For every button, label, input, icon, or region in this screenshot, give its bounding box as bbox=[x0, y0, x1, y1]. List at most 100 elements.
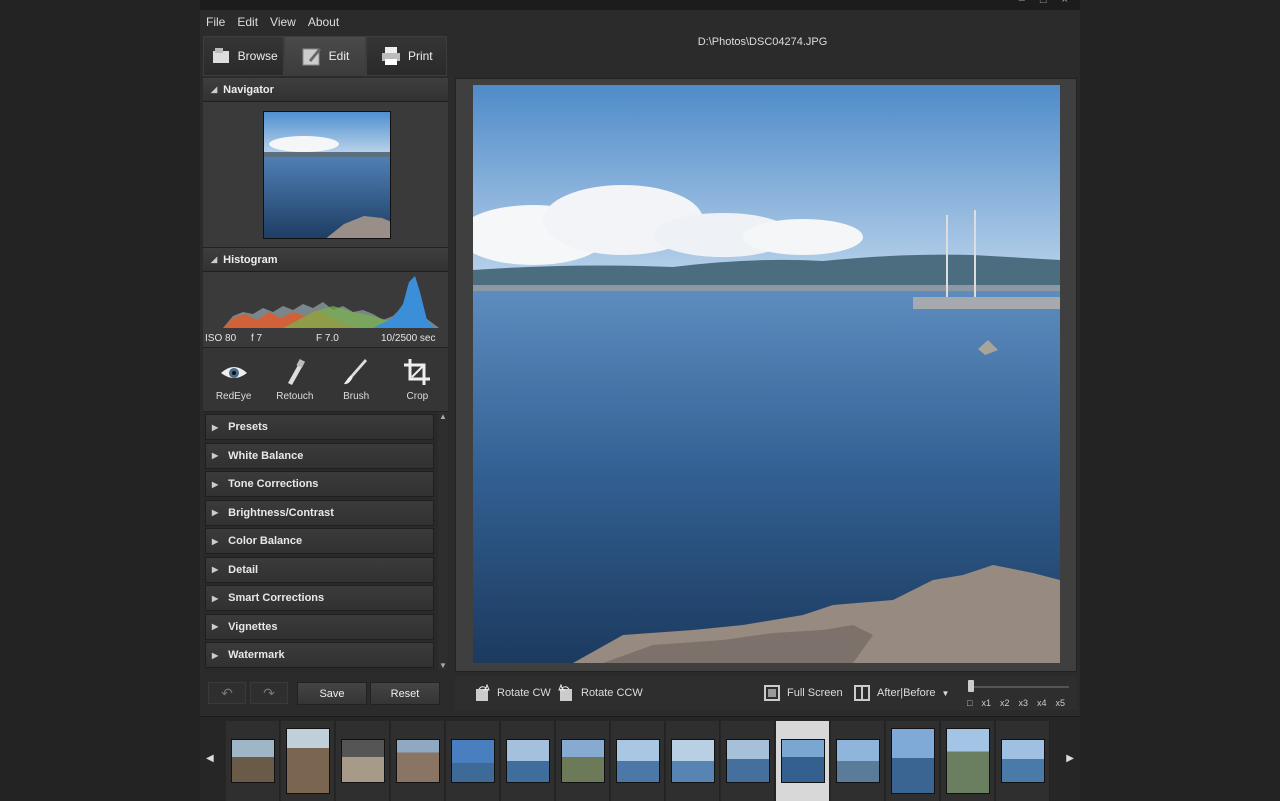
navigator-title: Navigator bbox=[223, 83, 274, 96]
menu-about[interactable]: About bbox=[302, 12, 345, 32]
image-viewer[interactable] bbox=[455, 78, 1077, 672]
rotate-ccw-button[interactable]: Rotate CCW bbox=[557, 684, 643, 702]
undo-button[interactable]: ↶ bbox=[208, 682, 246, 704]
filmstrip-thumb[interactable] bbox=[611, 721, 665, 801]
menu-file[interactable]: File bbox=[200, 12, 231, 32]
filmstrip-thumb[interactable] bbox=[501, 721, 555, 801]
tab-edit[interactable]: Edit bbox=[284, 36, 366, 76]
tab-browse[interactable]: Browse bbox=[203, 36, 285, 76]
title-bar: – □ × bbox=[200, 0, 1080, 10]
zoom-level[interactable]: x3 bbox=[1018, 698, 1028, 708]
fit-icon[interactable]: □ bbox=[967, 698, 972, 708]
adj-color-balance[interactable]: ▶ Color Balance bbox=[205, 528, 434, 554]
filmstrip-thumb[interactable] bbox=[666, 721, 720, 801]
adj-watermark[interactable]: ▶ Watermark bbox=[205, 642, 434, 668]
after-before-button[interactable]: After|Before ▼ bbox=[853, 684, 949, 702]
menu-view[interactable]: View bbox=[264, 12, 302, 32]
filmstrip-thumb[interactable] bbox=[886, 721, 940, 801]
zoom-track[interactable] bbox=[971, 686, 1069, 688]
expand-icon: ▶ bbox=[212, 536, 219, 546]
filmstrip-thumb[interactable] bbox=[391, 721, 445, 801]
tool-brush-label: Brush bbox=[343, 391, 370, 402]
tab-print[interactable]: Print bbox=[365, 36, 447, 76]
undo-icon: ↶ bbox=[221, 684, 233, 701]
redo-icon: ↷ bbox=[263, 684, 275, 701]
adj-label: Presets bbox=[228, 421, 268, 433]
adj-white-balance[interactable]: ▶ White Balance bbox=[205, 442, 434, 469]
expand-icon: ▶ bbox=[212, 593, 219, 603]
filmstrip-thumb[interactable] bbox=[281, 721, 335, 801]
adj-label: Detail bbox=[228, 563, 259, 576]
main-photo[interactable] bbox=[473, 85, 1060, 663]
histogram-header[interactable]: ◢ Histogram bbox=[203, 248, 448, 272]
filmstrip-thumb-selected[interactable] bbox=[776, 721, 830, 801]
window-controls[interactable]: – □ × bbox=[1019, 0, 1074, 6]
adj-tone-corrections[interactable]: ▶ Tone Corrections bbox=[205, 471, 434, 497]
filmstrip: ◀ ▶ bbox=[200, 716, 1080, 801]
histogram-title: Histogram bbox=[223, 253, 278, 266]
save-button[interactable]: Save bbox=[297, 682, 367, 705]
exif-iso: ISO 80 bbox=[205, 333, 237, 344]
filmstrip-thumb[interactable] bbox=[941, 721, 995, 801]
adj-detail[interactable]: ▶ Detail bbox=[205, 556, 434, 583]
filmstrip-next-icon[interactable]: ▶ bbox=[1066, 753, 1074, 764]
menu-edit[interactable]: Edit bbox=[231, 12, 264, 32]
scroll-up-icon[interactable]: ▲ bbox=[439, 412, 447, 421]
tool-redeye[interactable]: RedEye bbox=[203, 348, 264, 411]
adj-label: Smart Corrections bbox=[228, 592, 325, 604]
filmstrip-thumb[interactable] bbox=[996, 721, 1050, 801]
histogram-panel: ISO 80 f 7 F 7.0 10/2500 sec bbox=[203, 272, 448, 348]
tool-crop[interactable]: Crop bbox=[387, 348, 448, 411]
tool-brush[interactable]: Brush bbox=[326, 348, 387, 411]
left-panel: ◢ Navigator ◢ Histogram ISO 80 f 7 F 7.0… bbox=[203, 78, 448, 710]
tool-retouch[interactable]: Retouch bbox=[264, 348, 325, 411]
compare-icon bbox=[854, 685, 870, 701]
zoom-level[interactable]: x5 bbox=[1056, 698, 1066, 708]
history-controls: ↶ ↷ bbox=[208, 682, 288, 704]
scroll-down-icon[interactable]: ▼ bbox=[439, 661, 447, 670]
reset-button[interactable]: Reset bbox=[370, 682, 440, 705]
filmstrip-thumb[interactable] bbox=[446, 721, 500, 801]
redo-button[interactable]: ↷ bbox=[250, 682, 288, 704]
full-screen-button[interactable]: Full Screen bbox=[763, 684, 843, 702]
exif-focal: f 7 bbox=[251, 333, 263, 344]
viewer-toolbar: Rotate CW Rotate CCW Full Screen After|B… bbox=[455, 676, 1077, 710]
adj-vignettes[interactable]: ▶ Vignettes bbox=[205, 613, 434, 640]
zoom-levels: □ x1 x2 x3 x4 x5 bbox=[967, 698, 1065, 708]
dropdown-icon: ▼ bbox=[941, 688, 950, 698]
after-before-label: After|Before bbox=[877, 687, 936, 699]
navigator-thumbnail[interactable] bbox=[263, 111, 391, 239]
filmstrip-prev-icon[interactable]: ◀ bbox=[206, 753, 214, 764]
expand-icon: ▶ bbox=[212, 451, 219, 460]
filmstrip-thumb[interactable] bbox=[721, 721, 775, 801]
tool-retouch-label: Retouch bbox=[276, 391, 314, 402]
zoom-level[interactable]: x1 bbox=[981, 698, 991, 708]
filmstrip-thumb[interactable] bbox=[831, 721, 885, 801]
exif-aperture: F 7.0 bbox=[316, 333, 339, 344]
adj-brightness-contrast[interactable]: ▶ Brightness/Contrast bbox=[205, 499, 434, 526]
navigator-panel bbox=[203, 102, 448, 248]
rotate-cw-label: Rotate CW bbox=[497, 687, 551, 699]
filmstrip-thumb[interactable] bbox=[556, 721, 610, 801]
tab-edit-label: Edit bbox=[328, 49, 350, 63]
adj-smart-corrections[interactable]: ▶ Smart Corrections bbox=[205, 585, 434, 611]
tab-browse-label: Browse bbox=[237, 49, 278, 63]
tool-crop-label: Crop bbox=[406, 391, 429, 402]
histogram-graph bbox=[223, 276, 439, 328]
navigator-header[interactable]: ◢ Navigator bbox=[203, 78, 448, 102]
rotate-cw-button[interactable]: Rotate CW bbox=[473, 684, 551, 702]
edit-icon bbox=[302, 48, 321, 66]
adjustments-scrollbar[interactable]: ▲ ▼ bbox=[438, 412, 448, 670]
zoom-slider[interactable]: □ x1 x2 x3 x4 x5 bbox=[967, 680, 1075, 708]
expand-icon: ▶ bbox=[212, 650, 219, 660]
zoom-level[interactable]: x2 bbox=[1000, 698, 1010, 708]
zoom-level[interactable]: x4 bbox=[1037, 698, 1047, 708]
zoom-handle[interactable] bbox=[968, 680, 974, 692]
tab-print-label: Print bbox=[407, 49, 433, 63]
adj-presets[interactable]: ▶ Presets bbox=[205, 414, 434, 440]
filmstrip-thumb[interactable] bbox=[336, 721, 390, 801]
expand-icon: ▶ bbox=[212, 622, 219, 631]
exif-shutter: 10/2500 sec bbox=[381, 333, 436, 344]
retouch-icon bbox=[287, 358, 305, 385]
filmstrip-thumb[interactable] bbox=[226, 721, 280, 801]
